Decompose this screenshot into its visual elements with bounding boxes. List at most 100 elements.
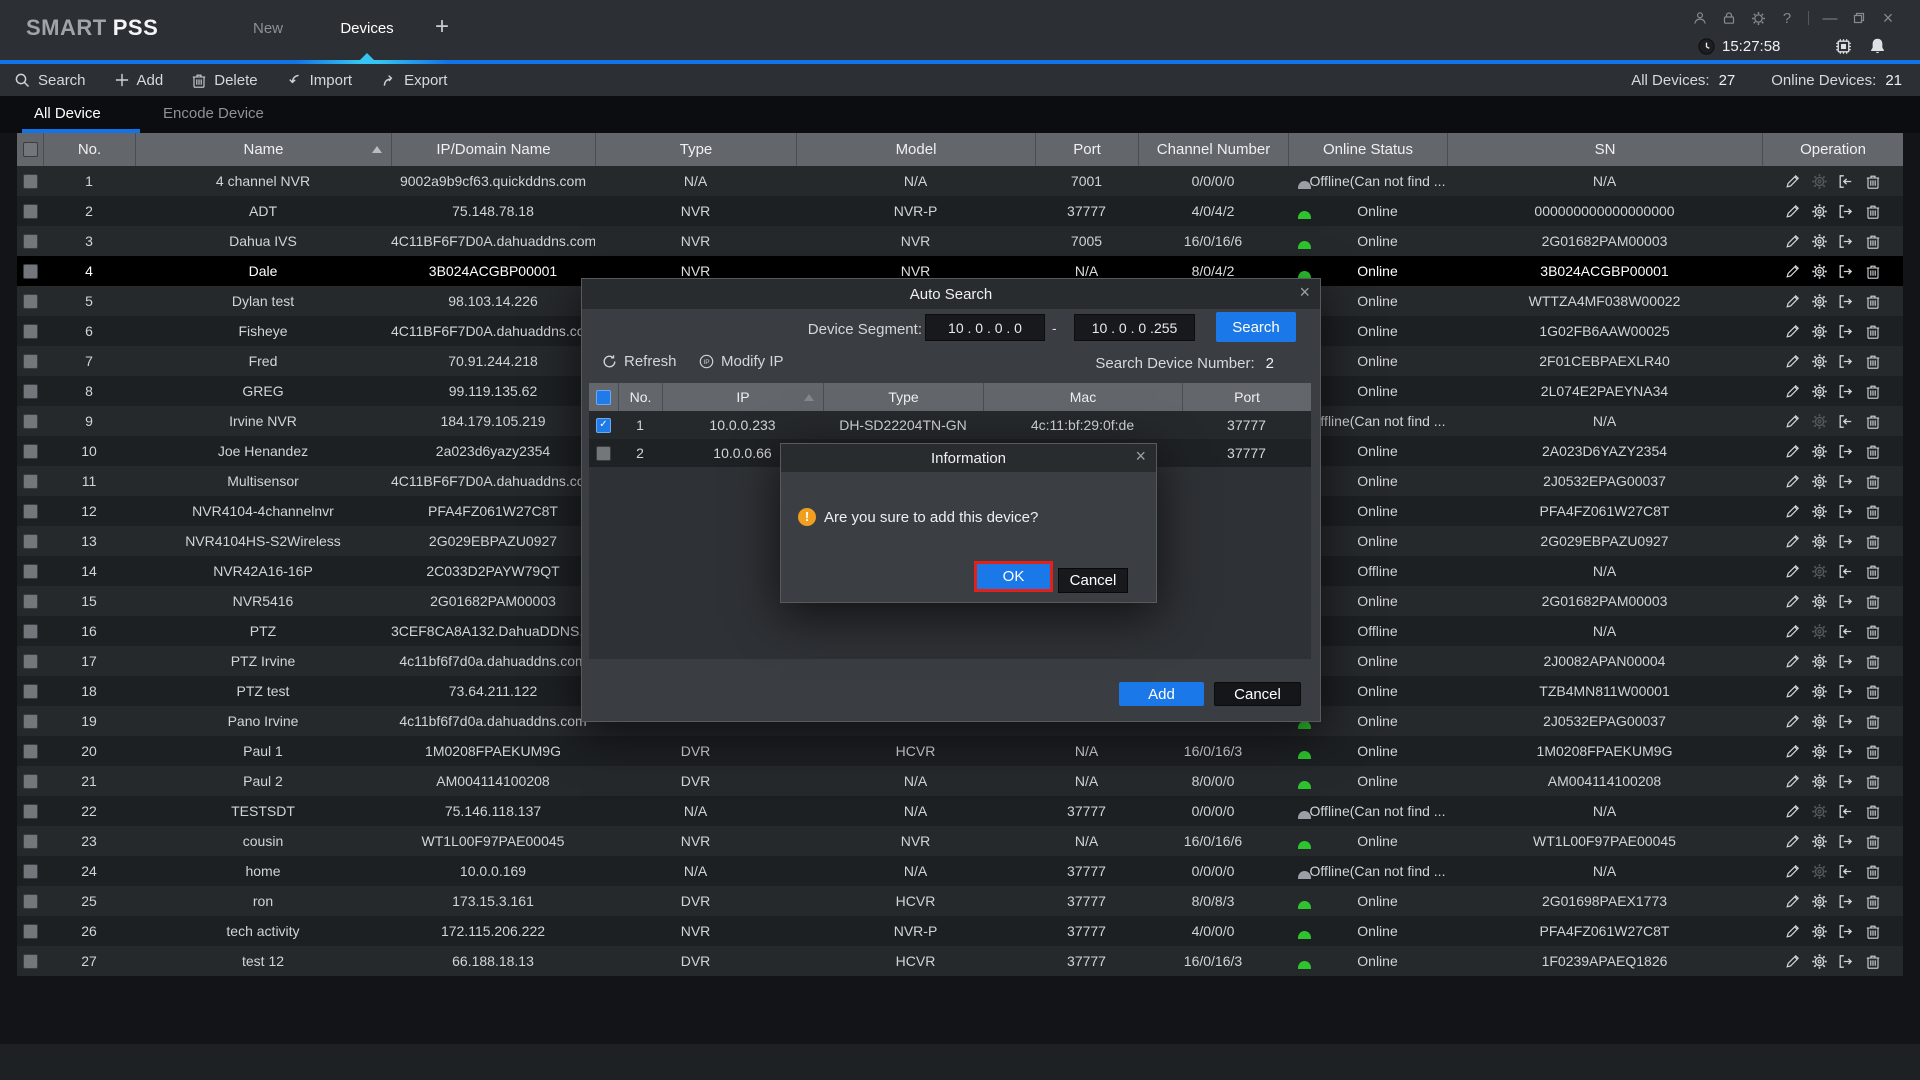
delete-icon[interactable]: [1864, 292, 1882, 310]
col-model[interactable]: Model: [796, 133, 1035, 166]
col-type[interactable]: Type: [595, 133, 796, 166]
auto-col-port[interactable]: Port: [1182, 383, 1311, 411]
row-checkbox[interactable]: [23, 624, 38, 639]
row-checkbox[interactable]: [23, 894, 38, 909]
settings-icon[interactable]: [1810, 322, 1828, 340]
delete-button[interactable]: Delete: [191, 72, 257, 89]
auto-col-ip[interactable]: IP: [662, 383, 823, 411]
table-row[interactable]: 2ADT75.148.78.18NVRNVR-P377774/0/4/2Onli…: [17, 196, 1903, 226]
settings-icon[interactable]: [1810, 382, 1828, 400]
user-icon[interactable]: [1692, 10, 1708, 26]
logout-icon[interactable]: [1837, 652, 1855, 670]
tab-all-device[interactable]: All Device: [34, 96, 101, 129]
table-row[interactable]: 24home10.0.0.169N/AN/A377770/0/0/0Offlin…: [17, 856, 1903, 886]
row-checkbox[interactable]: [23, 444, 38, 459]
settings-icon[interactable]: [1810, 592, 1828, 610]
settings-icon[interactable]: [1810, 682, 1828, 700]
settings-icon[interactable]: [1810, 172, 1828, 190]
login-icon[interactable]: [1837, 862, 1855, 880]
delete-icon[interactable]: [1864, 382, 1882, 400]
row-checkbox[interactable]: [23, 834, 38, 849]
login-icon[interactable]: [1837, 802, 1855, 820]
auto-col-type[interactable]: Type: [823, 383, 983, 411]
edit-icon[interactable]: [1783, 922, 1801, 940]
new-tab-button[interactable]: +: [428, 0, 456, 58]
settings-icon[interactable]: [1810, 262, 1828, 280]
delete-icon[interactable]: [1864, 232, 1882, 250]
login-icon[interactable]: [1837, 412, 1855, 430]
row-checkbox[interactable]: [23, 354, 38, 369]
settings-icon[interactable]: [1810, 772, 1828, 790]
settings-icon[interactable]: [1810, 472, 1828, 490]
chip-icon[interactable]: [1834, 37, 1853, 56]
export-button[interactable]: Export: [380, 72, 447, 89]
modify-ip-button[interactable]: IP Modify IP: [699, 353, 784, 370]
settings-icon[interactable]: [1810, 712, 1828, 730]
login-icon[interactable]: [1837, 172, 1855, 190]
edit-icon[interactable]: [1783, 592, 1801, 610]
col-port[interactable]: Port: [1035, 133, 1138, 166]
settings-icon[interactable]: [1810, 952, 1828, 970]
row-checkbox[interactable]: [23, 174, 38, 189]
logout-icon[interactable]: [1837, 592, 1855, 610]
auto-select-all-checkbox[interactable]: [596, 390, 611, 405]
information-cancel-button[interactable]: Cancel: [1058, 568, 1128, 593]
delete-icon[interactable]: [1864, 682, 1882, 700]
logout-icon[interactable]: [1837, 742, 1855, 760]
edit-icon[interactable]: [1783, 442, 1801, 460]
row-checkbox[interactable]: [23, 924, 38, 939]
logout-icon[interactable]: [1837, 352, 1855, 370]
login-icon[interactable]: [1837, 562, 1855, 580]
logout-icon[interactable]: [1837, 832, 1855, 850]
auto-search-row[interactable]: ✓110.0.0.233DH-SD22204TN-GN4c:11:bf:29:0…: [589, 411, 1311, 439]
edit-icon[interactable]: [1783, 772, 1801, 790]
row-checkbox[interactable]: [23, 324, 38, 339]
ok-button[interactable]: OK: [977, 564, 1050, 589]
edit-icon[interactable]: [1783, 862, 1801, 880]
import-button[interactable]: Import: [286, 72, 353, 89]
logout-icon[interactable]: [1837, 292, 1855, 310]
settings-icon[interactable]: [1810, 862, 1828, 880]
close-icon[interactable]: ×: [1299, 282, 1310, 303]
lock-icon[interactable]: [1721, 10, 1737, 26]
logout-icon[interactable]: [1837, 502, 1855, 520]
settings-icon[interactable]: [1810, 352, 1828, 370]
table-row[interactable]: 25ron173.15.3.161DVRHCVR377778/0/8/3Onli…: [17, 886, 1903, 916]
row-checkbox[interactable]: [23, 294, 38, 309]
edit-icon[interactable]: [1783, 292, 1801, 310]
logout-icon[interactable]: [1837, 472, 1855, 490]
edit-icon[interactable]: [1783, 202, 1801, 220]
row-checkbox-checked[interactable]: ✓: [596, 418, 611, 433]
row-checkbox[interactable]: [23, 264, 38, 279]
edit-icon[interactable]: [1783, 712, 1801, 730]
logout-icon[interactable]: [1837, 442, 1855, 460]
row-checkbox[interactable]: [23, 534, 38, 549]
row-checkbox[interactable]: [23, 204, 38, 219]
row-checkbox[interactable]: [23, 864, 38, 879]
settings-icon[interactable]: [1810, 532, 1828, 550]
add-device-button[interactable]: Add: [1119, 682, 1204, 706]
edit-icon[interactable]: [1783, 622, 1801, 640]
edit-icon[interactable]: [1783, 322, 1801, 340]
row-checkbox[interactable]: [23, 414, 38, 429]
delete-icon[interactable]: [1864, 472, 1882, 490]
login-icon[interactable]: [1837, 622, 1855, 640]
refresh-button[interactable]: Refresh: [602, 353, 677, 370]
table-row[interactable]: 20Paul 11M0208FPAEKUM9GDVRHCVRN/A16/0/16…: [17, 736, 1903, 766]
gear-icon[interactable]: [1750, 10, 1766, 26]
delete-icon[interactable]: [1864, 892, 1882, 910]
delete-icon[interactable]: [1864, 952, 1882, 970]
edit-icon[interactable]: [1783, 262, 1801, 280]
col-operation[interactable]: Operation: [1762, 133, 1903, 166]
delete-icon[interactable]: [1864, 322, 1882, 340]
edit-icon[interactable]: [1783, 172, 1801, 190]
row-checkbox[interactable]: [23, 774, 38, 789]
delete-icon[interactable]: [1864, 802, 1882, 820]
logout-icon[interactable]: [1837, 922, 1855, 940]
delete-icon[interactable]: [1864, 202, 1882, 220]
row-checkbox[interactable]: [23, 744, 38, 759]
logout-icon[interactable]: [1837, 952, 1855, 970]
delete-icon[interactable]: [1864, 502, 1882, 520]
row-checkbox[interactable]: [596, 446, 611, 461]
row-checkbox[interactable]: [23, 684, 38, 699]
